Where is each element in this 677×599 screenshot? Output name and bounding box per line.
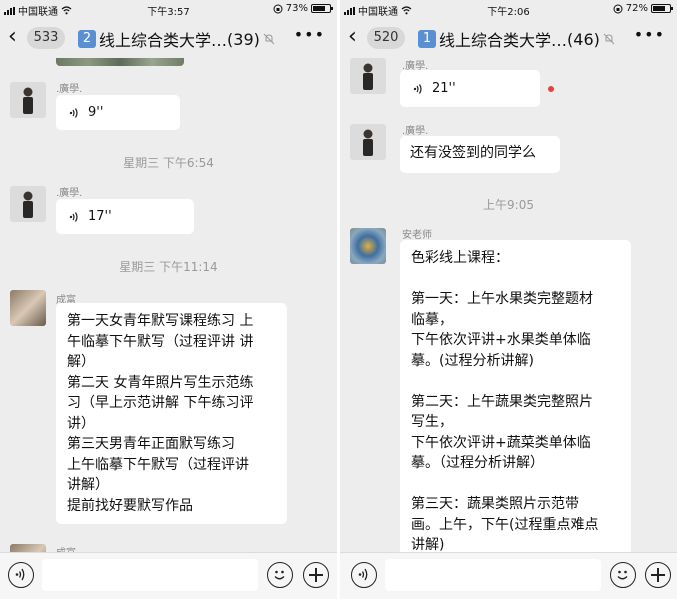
battery-percent: 72% (625, 3, 648, 14)
sender-name: .廣學. (402, 126, 429, 137)
voice-wave-icon (69, 107, 78, 118)
voice-wave-icon (15, 568, 25, 581)
plus-button[interactable] (645, 562, 671, 588)
battery-icon (651, 4, 673, 13)
group-name: 线上综合类大学… (99, 31, 228, 50)
more-options-icon[interactable]: ••• (634, 25, 665, 44)
voice-duration: 17'' (88, 209, 112, 224)
back-chevron-icon[interactable]: ‹ (8, 26, 17, 48)
avatar[interactable] (350, 58, 386, 94)
status-bar: 中国联通 下午3:57 73% (0, 0, 337, 18)
chat-title: 1 线上综合类大学… (46) (418, 27, 615, 51)
group-name: 线上综合类大学… (439, 31, 568, 50)
avatar[interactable] (350, 228, 386, 264)
input-bar (0, 552, 337, 599)
battery-icon (311, 4, 333, 13)
smiley-icon (617, 570, 628, 580)
mute-bell-icon (263, 33, 275, 45)
voice-wave-icon (69, 211, 78, 222)
right-phone-screen: 中国联通 下午2:06 72% ‹ 520 1 线上综合类大学… (46) ••… (340, 0, 677, 599)
group-index-badge: 1 (418, 30, 436, 48)
sender-name: 安老师 (402, 230, 432, 241)
chat-title: 2 线上综合类大学… (39) (78, 27, 275, 51)
avatar[interactable] (10, 186, 46, 222)
text-message-bubble[interactable]: 第一天女青年默写课程练习 上 午临摹下午默写（过程评讲 讲 解） 第二天 女青年… (56, 303, 287, 524)
input-bar (340, 552, 677, 599)
sender-name: .廣學. (56, 188, 83, 199)
left-phone-screen: 中国联通 下午3:57 73% ‹ 533 2 线上综合类大学… (39) ••… (0, 0, 337, 599)
member-count: (39) (227, 29, 260, 49)
text-message-bubble[interactable]: 还有没签到的同学么 (400, 136, 560, 173)
emoji-button[interactable] (267, 562, 293, 588)
message-list[interactable]: .廣學. 9'' 星期三 下午6:54 .廣學. 17'' 星期三 下午11:1… (0, 58, 337, 553)
unread-count-button[interactable]: 533 (27, 27, 65, 49)
voice-input-button[interactable] (351, 562, 377, 588)
more-options-icon[interactable]: ••• (294, 25, 325, 44)
mute-bell-icon (603, 33, 615, 45)
emoji-button[interactable] (610, 562, 636, 588)
sender-name: .廣學. (56, 84, 83, 95)
message-input[interactable] (42, 559, 258, 591)
voice-duration: 21'' (432, 81, 456, 96)
member-count: (46) (567, 29, 600, 49)
timestamp: 星期三 下午11:14 (119, 260, 218, 274)
rotation-lock-icon (273, 4, 283, 13)
voice-input-button[interactable] (8, 562, 34, 588)
message-input[interactable] (385, 559, 601, 591)
image-message-fragment[interactable] (56, 58, 184, 66)
voice-wave-icon (358, 568, 368, 581)
avatar[interactable] (350, 124, 386, 160)
voice-message-bubble[interactable]: 17'' (56, 199, 194, 234)
timestamp: 星期三 下午6:54 (123, 156, 214, 170)
avatar[interactable] (10, 82, 46, 118)
voice-duration: 9'' (88, 105, 104, 120)
avatar[interactable] (10, 290, 46, 326)
voice-wave-icon (413, 83, 422, 94)
voice-message-bubble[interactable]: 9'' (56, 95, 180, 130)
status-bar: 中国联通 下午2:06 72% (340, 0, 677, 18)
smiley-icon (274, 570, 285, 580)
unread-count-button[interactable]: 520 (367, 27, 405, 49)
battery-percent: 73% (285, 3, 308, 14)
plus-button[interactable] (303, 562, 329, 588)
timestamp: 上午9:05 (483, 198, 534, 212)
back-chevron-icon[interactable]: ‹ (348, 26, 357, 48)
message-list[interactable]: .廣學. 21'' .廣學. 还有没签到的同学么 上午9:05 安老师 色彩线上… (340, 58, 677, 553)
voice-message-bubble[interactable]: 21'' (400, 70, 540, 107)
text-message-bubble[interactable]: 色彩线上课程： 第一天：上午水果类完整题材 临摹， 下午依次评讲+水果类单体临 … (400, 240, 631, 553)
rotation-lock-icon (613, 4, 623, 13)
chat-header: ‹ 533 2 线上综合类大学… (39) ••• (0, 18, 337, 58)
unplayed-dot (548, 86, 554, 92)
group-index-badge: 2 (78, 30, 96, 48)
chat-header: ‹ 520 1 线上综合类大学… (46) ••• (340, 18, 677, 58)
